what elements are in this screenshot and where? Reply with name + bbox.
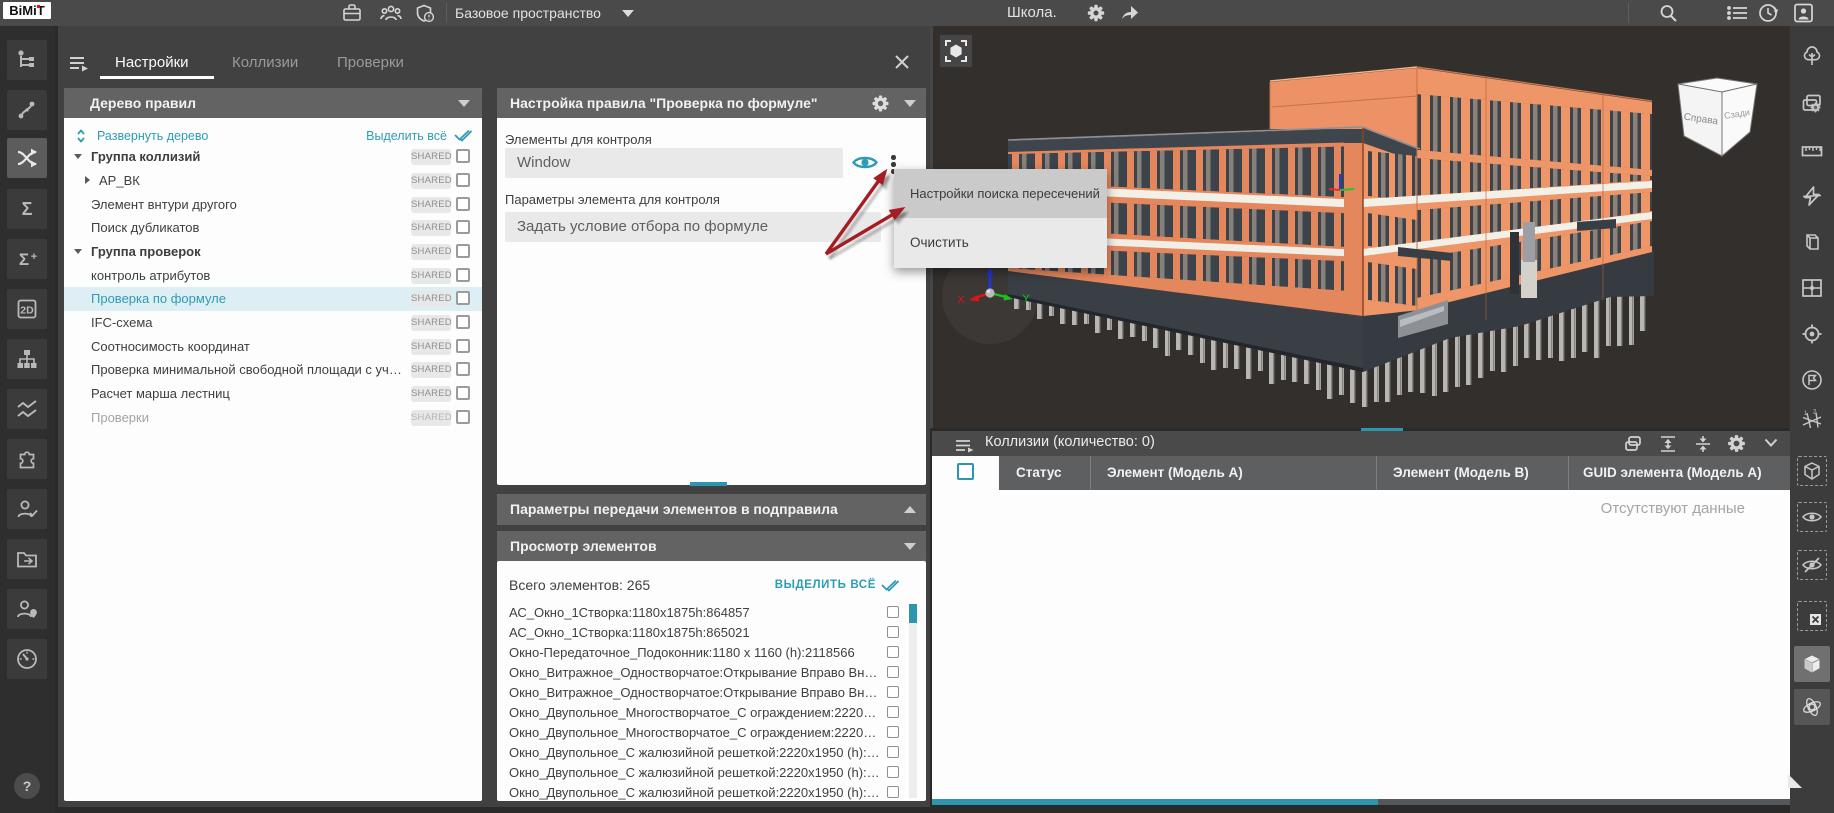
svg-text:Σ: Σ	[22, 199, 33, 219]
svg-text:Σ: Σ	[19, 250, 29, 269]
svg-text:2D: 2D	[20, 305, 34, 317]
svg-text:Y: Y	[1022, 293, 1030, 305]
svg-text:X: X	[957, 294, 965, 306]
svg-text:+: +	[31, 251, 37, 263]
